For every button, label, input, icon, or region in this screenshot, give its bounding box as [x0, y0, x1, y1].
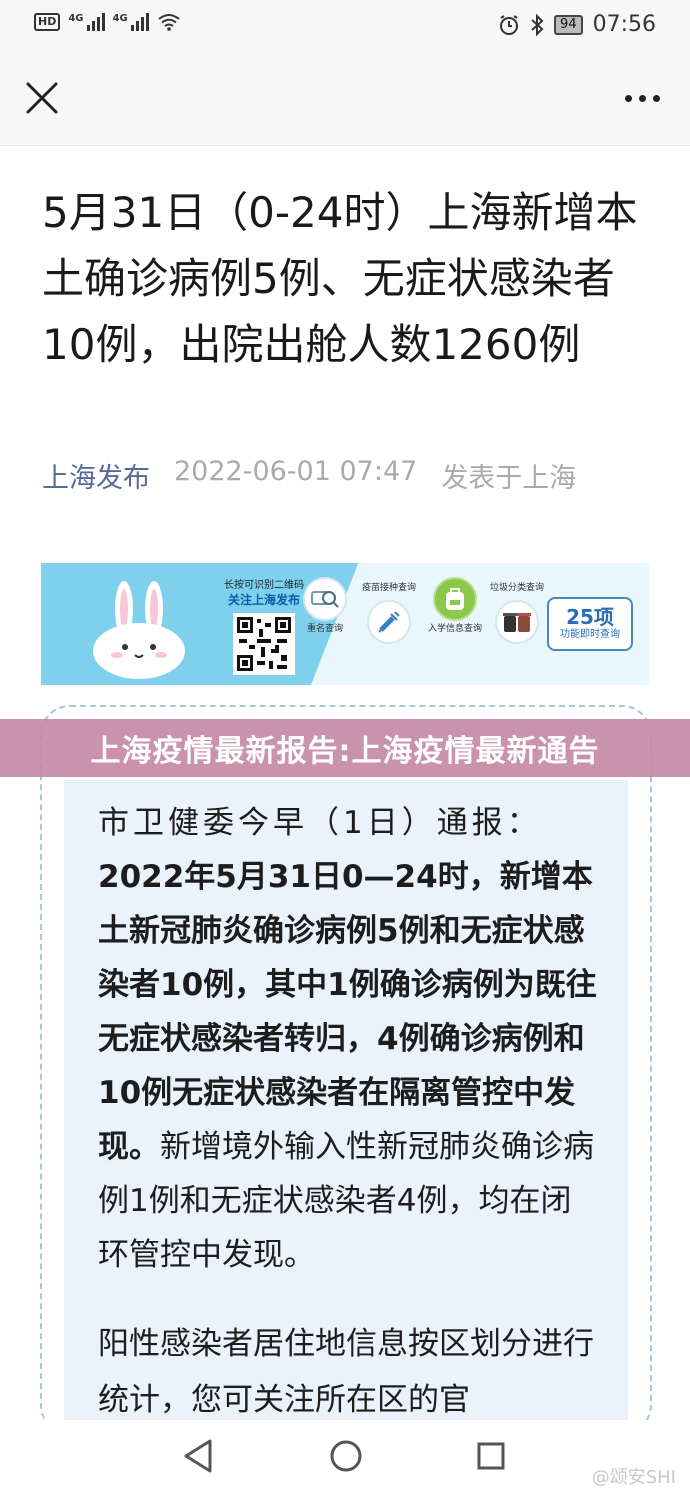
banner-item-name-search: 重名查询	[303, 577, 347, 635]
notice-body: 市卫健委今早（1日）通报： 2022年5月31日0—24时，新增本土新冠肺炎确诊病…	[98, 796, 598, 1282]
system-nav-bar	[0, 1420, 690, 1495]
notice-paragraph-2: 阳性感染者居住地信息按区划分进行统计，您可关注所在区的官	[98, 1326, 594, 1418]
signal-icon-2: 4G	[113, 13, 149, 31]
recent-apps-icon[interactable]	[476, 1441, 506, 1471]
status-left: HD 4G 4G	[34, 13, 181, 31]
syringe-icon	[378, 611, 400, 633]
notice-rest: 新增境外输入性新冠肺炎确诊病例1例和无症状感染者4例，均在闭环管控中发现。	[98, 1129, 594, 1273]
notice-intro: 市卫健委今早（1日）通报：	[98, 805, 542, 841]
publish-location: 发表于上海	[441, 463, 577, 494]
watermark: @颂安SHI	[591, 1467, 676, 1488]
status-right: 94 07:56	[498, 12, 656, 37]
bluetooth-icon	[531, 13, 544, 36]
back-icon[interactable]	[182, 1438, 214, 1474]
banner-item-garbage: 垃圾分类查询	[489, 583, 545, 647]
status-bar: HD 4G 4G 94 07:56	[0, 0, 690, 50]
schoolbag-icon	[446, 588, 464, 610]
promo-banner[interactable]: 长按可识别二维码 关注上海发布 重名查询 疫苗接种查询 入学信息查询 垃圾分类查…	[41, 563, 649, 685]
close-icon	[26, 82, 58, 114]
caption-overlay: 上海疫情最新报告:上海疫情最新通告	[0, 719, 690, 777]
caption-text: 上海疫情最新报告:上海疫情最新通告	[90, 734, 600, 769]
banner-item-school: 入学信息查询	[427, 577, 483, 635]
more-button[interactable]	[620, 86, 664, 110]
alarm-icon	[500, 14, 519, 35]
bunny-mascot-icon	[93, 581, 185, 679]
close-button[interactable]	[22, 78, 62, 118]
publish-time: 2022-06-01 07:47	[174, 456, 418, 487]
article-meta: 上海发布 2022-06-01 07:47 发表于上海	[42, 456, 576, 495]
hd-badge: HD	[34, 13, 61, 31]
clock: 07:56	[592, 12, 656, 37]
feature-count-badge: 25项 功能即时查询	[547, 597, 633, 651]
home-icon[interactable]	[329, 1439, 363, 1473]
more-icon	[624, 94, 632, 102]
notice-highlight: 2022年5月31日0—24时，新增本土新冠肺炎确诊病例5例和无症状感染者10例…	[98, 859, 597, 1165]
qr-code-icon	[233, 613, 295, 675]
banner-item-vaccine: 疫苗接种查询	[361, 583, 417, 647]
search-icon	[311, 591, 339, 608]
article-title: 5月31日（0-24时）上海新增本土确诊病例5例、无症状感染者10例，出院出舱人…	[42, 188, 638, 369]
author-link[interactable]: 上海发布	[42, 456, 150, 495]
trash-bin-icon	[503, 613, 531, 632]
wifi-icon	[158, 14, 180, 31]
battery-icon: 94	[554, 14, 583, 35]
top-nav	[0, 50, 690, 146]
signal-icon: 4G	[68, 13, 105, 31]
